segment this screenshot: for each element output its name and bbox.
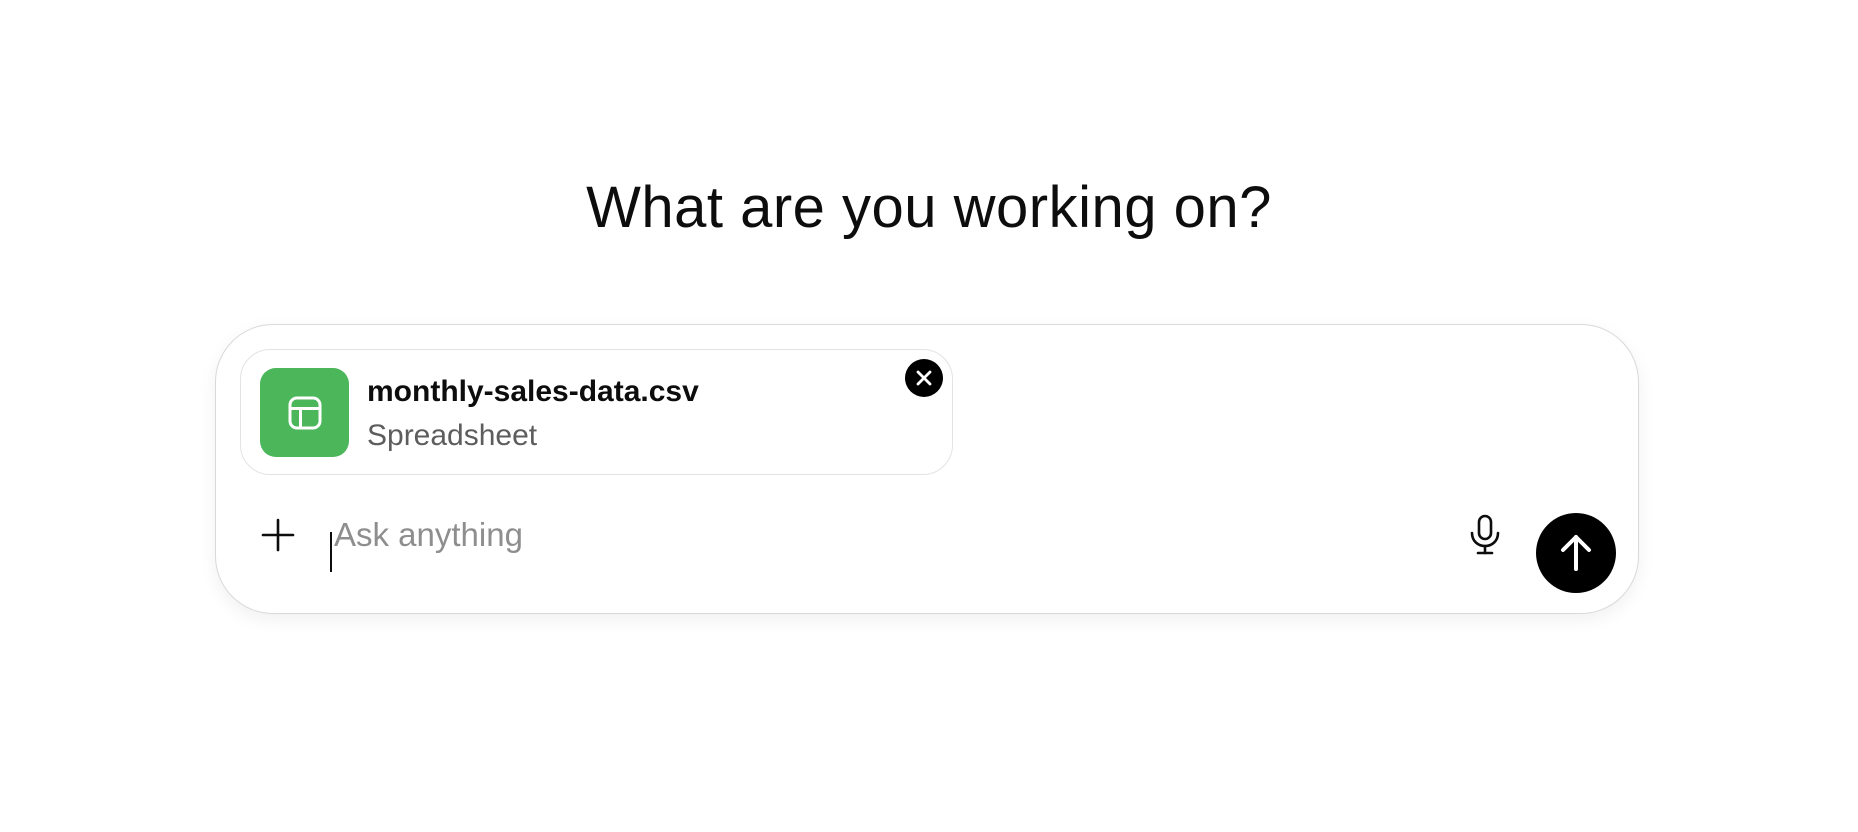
file-attachment-card[interactable]: monthly-sales-data.csv Spreadsheet	[240, 349, 953, 475]
spreadsheet-icon	[260, 368, 349, 457]
close-icon	[916, 370, 932, 386]
send-button[interactable]	[1536, 513, 1616, 593]
attachment-file-type: Spreadsheet	[367, 419, 538, 452]
prompt-composer: monthly-sales-data.csv Spreadsheet	[215, 324, 1639, 614]
voice-input-button[interactable]	[1459, 509, 1511, 561]
plus-icon	[261, 518, 295, 552]
page-title: What are you working on?	[586, 175, 1272, 240]
arrow-up-icon	[1561, 535, 1591, 571]
microphone-icon	[1470, 514, 1500, 555]
page: What are you working on? monthly-sales-d…	[0, 0, 1858, 832]
prompt-input-wrapper	[330, 509, 1450, 561]
prompt-input[interactable]	[330, 509, 1450, 561]
text-caret	[330, 532, 332, 572]
attachment-file-name: monthly-sales-data.csv	[367, 375, 699, 408]
add-attachment-button[interactable]	[252, 509, 304, 561]
remove-attachment-button[interactable]	[905, 359, 943, 397]
